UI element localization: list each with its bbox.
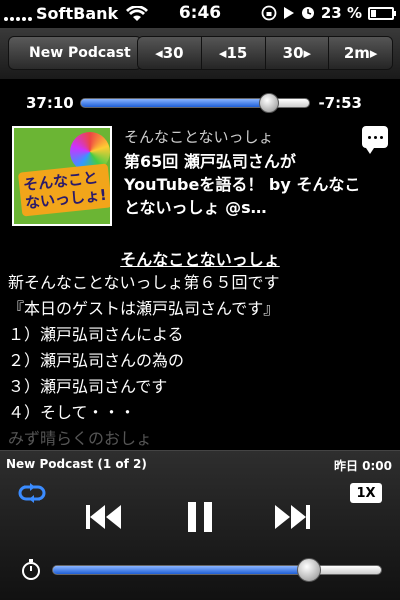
volume-fill xyxy=(53,566,309,574)
description-heading[interactable]: そんなことないっしょ xyxy=(0,246,400,270)
rotation-lock-icon xyxy=(261,5,277,21)
track-date: 昨日 0:00 xyxy=(333,459,392,473)
description-line: ３）瀬戸弘司さんです xyxy=(8,377,168,396)
description-line: みず晴らくのおしょ xyxy=(8,429,153,448)
progress-fill xyxy=(81,99,268,107)
play-status-icon xyxy=(283,7,294,19)
battery-percent: 23 % xyxy=(320,4,362,22)
status-bar: SoftBank 6:46 23 % xyxy=(0,0,400,28)
back-button-label: New Podcast xyxy=(29,45,131,61)
comment-icon[interactable] xyxy=(362,126,388,154)
pause-icon xyxy=(188,502,212,532)
description-line: 新そんなことないっしょ第６５回です xyxy=(8,273,280,292)
track-position-info: New Podcast (1 of 2) xyxy=(6,457,147,471)
podcast-artwork: そんなこと ないっしょ! xyxy=(12,126,112,226)
skip-forward-2m-button[interactable]: 2m▸ xyxy=(329,37,392,69)
alarm-icon xyxy=(301,7,314,19)
episode-description: 新そんなことないっしょ第６５回です 『本日のゲストは瀬戸弘司さんです』 １）瀬戸… xyxy=(8,270,392,452)
player-controls: New Podcast (1 of 2) 昨日 0:00 1X xyxy=(0,450,400,600)
progress-scrubber-knob[interactable] xyxy=(258,93,279,113)
remaining-time: -7:53 xyxy=(318,94,362,112)
skip-back-15-button[interactable]: ◂15 xyxy=(201,37,266,69)
next-track-button[interactable] xyxy=(270,497,314,537)
seek-segmented-control: ◂30 ◂15 30▸ 2m▸ xyxy=(137,36,393,70)
battery-icon xyxy=(368,6,396,20)
podcast-name: そんなことないっしょ xyxy=(124,128,274,146)
playback-progress: 37:10 -7:53 xyxy=(0,88,400,118)
description-line: 『本日のゲストは瀬戸弘司さんです』 xyxy=(8,299,280,318)
previous-icon xyxy=(86,505,121,529)
volume-track[interactable] xyxy=(52,565,382,575)
description-line: ２）瀬戸弘司さんの為の xyxy=(8,351,185,370)
elapsed-time: 37:10 xyxy=(26,94,74,112)
description-line: １）瀬戸弘司さんによる xyxy=(8,325,184,344)
episode-title: 第65回 瀬戸弘司さんがYouTubeを語る！ by そんなことないっしょ @s… xyxy=(124,152,361,217)
volume-knob[interactable] xyxy=(297,558,322,582)
next-icon xyxy=(275,505,310,529)
nav-bar: New Podcast ◂30 ◂15 30▸ 2m▸ xyxy=(0,28,400,80)
description-line: ４）そして・・・ xyxy=(8,403,136,422)
sleep-timer-icon[interactable] xyxy=(20,559,42,581)
skip-back-30-button[interactable]: ◂30 xyxy=(138,37,202,69)
repeat-icon[interactable] xyxy=(16,483,48,503)
previous-track-button[interactable] xyxy=(82,497,126,537)
back-button[interactable]: New Podcast xyxy=(8,36,142,70)
playback-speed-button[interactable]: 1X xyxy=(350,483,382,503)
skip-forward-30-button[interactable]: 30▸ xyxy=(265,37,330,69)
pause-button[interactable] xyxy=(178,497,222,537)
